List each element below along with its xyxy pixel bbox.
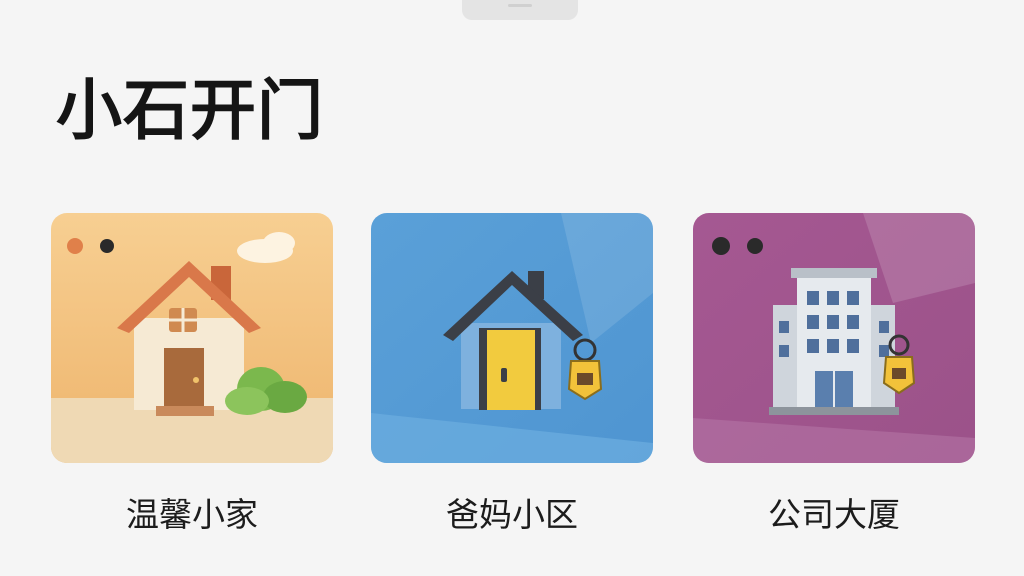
office-building-icon <box>693 213 975 463</box>
door-card-parents[interactable] <box>371 213 653 463</box>
house-key-icon <box>371 213 653 463</box>
page-title: 小石开门 <box>56 72 324 149</box>
door-label-home[interactable]: 温馨小家 <box>51 488 333 536</box>
house-icon <box>51 213 333 463</box>
drag-handle[interactable] <box>462 0 578 20</box>
door-label-office[interactable]: 公司大厦 <box>693 488 975 536</box>
door-card-home[interactable] <box>51 213 333 463</box>
door-label-parents[interactable]: 爸妈小区 <box>371 488 653 536</box>
door-card-office[interactable] <box>693 213 975 463</box>
